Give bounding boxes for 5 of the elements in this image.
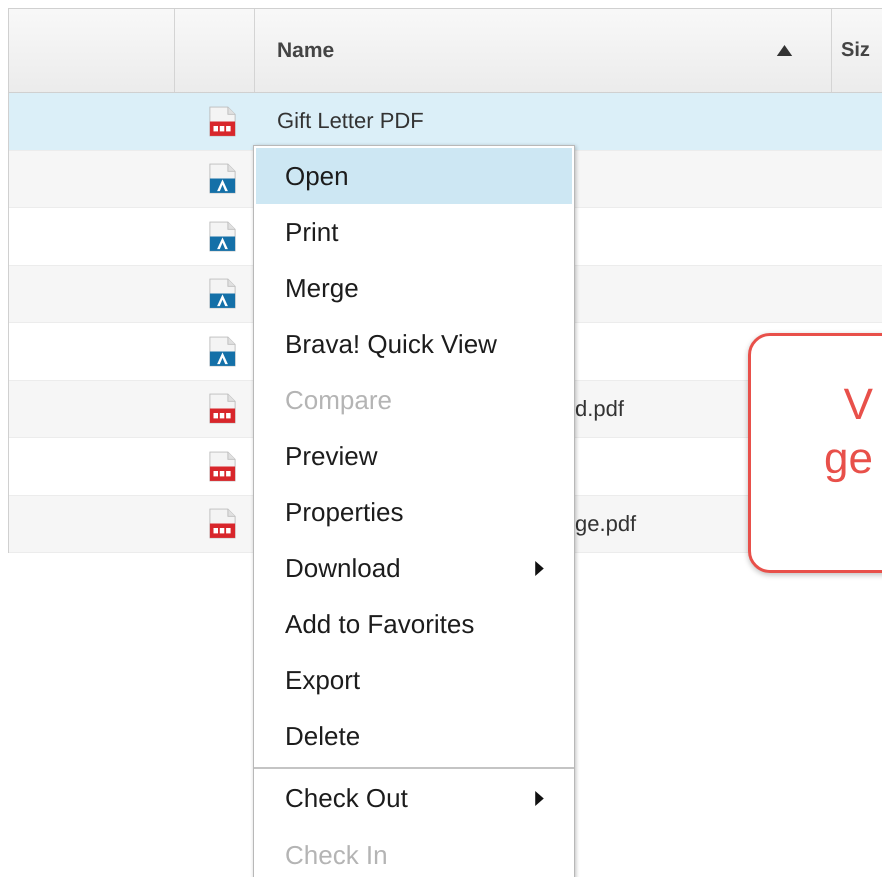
callout-text: ge: [823, 433, 873, 485]
file-name: ge.pdf: [575, 510, 636, 537]
file-name: Gift Letter PDF: [277, 108, 424, 134]
callout-text: V: [842, 379, 873, 431]
file-name: d.pdf: [575, 396, 624, 422]
